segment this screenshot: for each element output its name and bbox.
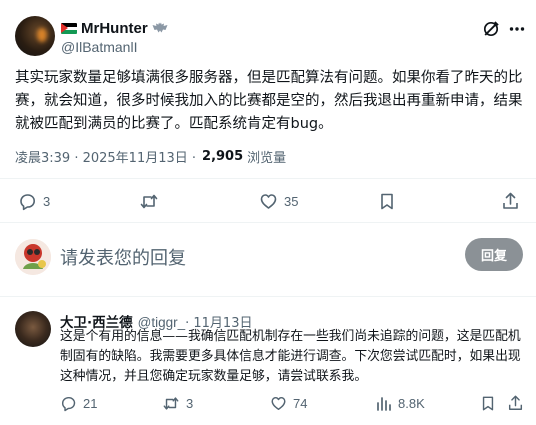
reply-retweet-action[interactable]: 3 <box>162 395 193 412</box>
divider <box>0 296 536 297</box>
author-display-name[interactable]: MrHunter <box>81 20 148 37</box>
more-icon[interactable] <box>508 20 526 38</box>
reply-like-count: 74 <box>293 396 308 411</box>
share-icon <box>507 394 524 412</box>
reply-input[interactable]: 请发表您的回复 <box>60 244 186 270</box>
post-timestamp[interactable]: 凌晨3:39 · 2025年11月13日 · <box>15 147 196 166</box>
share-action[interactable] <box>501 191 520 211</box>
reply-like-action[interactable]: 74 <box>270 395 307 412</box>
reply-author-avatar[interactable] <box>15 311 51 347</box>
reply-bookmark-action[interactable] <box>480 395 496 412</box>
author-avatar[interactable] <box>15 16 55 56</box>
author-handle[interactable]: @IlBatmanlI <box>61 39 137 55</box>
reply-submit-button[interactable]: 回复 <box>465 238 523 271</box>
reply-views-action[interactable]: 8.8K <box>375 395 425 412</box>
divider <box>0 222 536 223</box>
current-user-avatar[interactable] <box>15 239 51 275</box>
views-label: 浏览量 <box>247 151 287 166</box>
reply-views-count: 8.8K <box>398 396 425 411</box>
retweet-action[interactable] <box>139 192 165 211</box>
like-icon <box>259 192 278 211</box>
reply-reply-count: 21 <box>83 396 98 411</box>
post-body: 其实玩家数量足够填满很多服务器，但是匹配算法有问题。如果你看了昨天的比赛，就会知… <box>15 70 523 132</box>
retweet-icon <box>162 395 180 412</box>
retweet-icon <box>139 192 159 211</box>
reply-reply-action[interactable]: 21 <box>60 395 97 412</box>
views-count: 2,905 <box>202 149 244 164</box>
reply-icon <box>18 192 37 211</box>
bookmark-icon <box>378 192 396 211</box>
views-icon <box>375 395 392 412</box>
author-name-row[interactable]: MrHunter <box>61 18 168 38</box>
divider <box>0 178 536 179</box>
palestine-flag-icon <box>61 22 77 34</box>
share-icon <box>501 191 520 211</box>
reply-icon <box>60 395 77 412</box>
like-count: 35 <box>284 194 299 209</box>
like-action[interactable]: 35 <box>259 192 298 211</box>
reply-action[interactable]: 3 <box>18 192 50 211</box>
grok-icon[interactable] <box>482 20 500 38</box>
bookmark-action[interactable] <box>378 192 396 211</box>
like-icon <box>270 395 287 412</box>
reply-count: 3 <box>43 194 51 209</box>
bookmark-icon <box>480 395 496 412</box>
post-meta: 凌晨3:39 · 2025年11月13日 · 2,905 浏览量 <box>15 147 286 166</box>
reply-retweet-count: 3 <box>186 396 194 411</box>
reply-share-action[interactable] <box>507 394 524 412</box>
reply-body: 这是个有用的信息——我确信匹配机制存在一些我们尚未追踪的问题，这是匹配机制固有的… <box>60 329 521 384</box>
bat-emoji-icon <box>152 22 168 34</box>
